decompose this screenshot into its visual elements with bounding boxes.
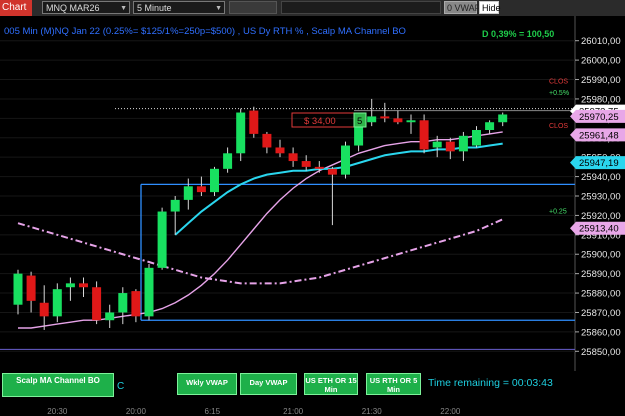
axis-note: +0.25 — [549, 209, 567, 216]
bear-candle — [393, 118, 403, 123]
chevron-down-icon: ▼ — [215, 5, 222, 12]
x-tick-label: 22:00 — [440, 407, 461, 416]
y-tick-label: 26000,00 — [581, 56, 621, 67]
bull-candle — [458, 135, 468, 152]
bull-candle — [341, 145, 350, 175]
y-tick-label: 25990,00 — [581, 75, 621, 86]
toolbar-blank-field[interactable] — [229, 1, 277, 14]
price-chart[interactable]: 25850,00 25860,00 25870,00 25880,00 25890,00… — [0, 16, 625, 371]
y-tick-label: 25900,00 — [581, 250, 621, 261]
y-tick-label: 25870,00 — [581, 308, 621, 319]
bull-candle — [236, 112, 246, 154]
chart-title: 005 Min (M)NQ Jan 22 (0.25%= $125/1%=250… — [4, 26, 406, 37]
bear-candle — [249, 110, 259, 134]
chart-tab[interactable]: Chart — [0, 0, 32, 16]
y-tick-label: 25920,00 — [581, 211, 621, 222]
bear-candle — [262, 133, 272, 148]
wkly-vwap-button[interactable]: Wkly VWAP — [177, 373, 237, 395]
bull-candle — [13, 273, 23, 305]
hide-button[interactable]: Hide — [479, 1, 501, 14]
vwap-button[interactable]: 0 VWAP — [444, 1, 481, 14]
time-remaining: Time remaining = 00:03:43 — [428, 377, 553, 389]
axis-note: CLOS — [549, 123, 568, 130]
bull-candle — [210, 168, 219, 193]
symbol-dropdown[interactable]: MNQ MAR26 ▼ — [42, 1, 130, 14]
c-label: C — [117, 381, 125, 392]
price-label-text: 25961,48 — [579, 130, 619, 141]
toolbar-blank-field-wide[interactable] — [281, 1, 441, 14]
us-rth-or-button[interactable]: US RTH OR 5 Min — [366, 373, 421, 395]
chevron-down-icon: ▼ — [120, 5, 127, 12]
x-tick-label: 21:30 — [361, 407, 382, 416]
axis-note: CLOS — [549, 78, 568, 85]
bear-candle — [445, 141, 455, 152]
bear-candle — [288, 153, 298, 162]
price-label-text: 25913,40 — [579, 224, 619, 235]
bear-candle — [196, 186, 206, 193]
bear-candle — [92, 287, 102, 321]
y-tick-label: 25940,00 — [581, 172, 621, 183]
symbol-value: MNQ MAR26 — [46, 3, 100, 13]
position-qty: 5 — [357, 116, 362, 127]
scalp-ma-channel-button[interactable]: Scalp MA Channel BO — [2, 373, 114, 397]
y-tick-label: 25930,00 — [581, 192, 621, 203]
bear-candle — [301, 161, 311, 167]
bull-candle — [485, 122, 495, 130]
price-label-text: 25947,19 — [579, 158, 619, 169]
bear-candle — [79, 283, 88, 288]
us-eth-or-button[interactable]: US ETH OR 15 Min — [304, 373, 358, 395]
bear-candle — [327, 168, 337, 175]
bear-candle — [131, 291, 141, 317]
bull-candle — [472, 130, 481, 146]
x-tick-label: 20:30 — [47, 407, 68, 416]
y-tick-label: 25890,00 — [581, 269, 621, 280]
interval-dropdown[interactable]: 5 Minute ▼ — [133, 1, 225, 14]
bull-candle — [432, 141, 442, 148]
bull-candle — [183, 186, 193, 200]
x-tick-label: 20:00 — [125, 407, 146, 416]
bull-candle — [52, 289, 62, 317]
bear-candle — [419, 120, 429, 150]
y-tick-label: 25860,00 — [581, 327, 621, 338]
bull-candle — [118, 293, 128, 313]
bull-candle — [223, 153, 233, 169]
bull-candle — [105, 312, 115, 321]
daily-change-badge: D 0,39% = 100,50 — [482, 29, 554, 39]
position-pl: $ 34,00 — [304, 116, 336, 127]
y-tick-label: 26010,00 — [581, 36, 621, 47]
top-toolbar: Chart MNQ MAR26 ▼ 5 Minute ▼ 0 VWAP Hide — [0, 0, 625, 17]
bear-candle — [380, 116, 390, 119]
y-tick-label: 25850,00 — [581, 347, 621, 358]
interval-value: 5 Minute — [137, 3, 172, 13]
bull-candle — [498, 114, 508, 123]
bull-candle — [170, 199, 180, 212]
bull-candle — [65, 283, 75, 288]
bear-candle — [26, 275, 36, 301]
axis-note: +0.5% — [549, 90, 569, 97]
x-tick-label: 6:15 — [204, 407, 221, 416]
price-label-text: 25970,25 — [579, 112, 619, 123]
day-vwap-button[interactable]: Day VWAP — [240, 373, 297, 395]
bull-candle — [367, 116, 377, 123]
bear-candle — [39, 302, 49, 317]
y-tick-label: 25980,00 — [581, 94, 621, 105]
bear-candle — [275, 147, 285, 154]
bull-candle — [406, 120, 416, 123]
bottom-toolbar: Scalp MA Channel BO C Wkly VWAP Day VWAP… — [0, 371, 560, 416]
bear-candle — [314, 166, 324, 169]
y-tick-label: 25880,00 — [581, 289, 621, 300]
x-tick-label: 21:00 — [283, 407, 304, 416]
bull-candle — [144, 267, 154, 317]
bull-candle — [157, 211, 167, 268]
